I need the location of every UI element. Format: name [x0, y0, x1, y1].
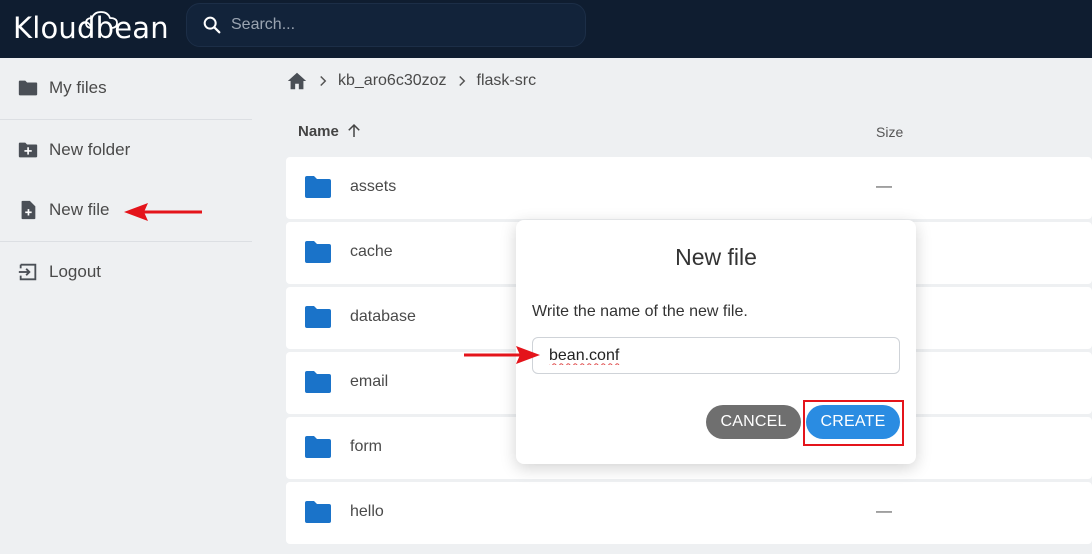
folder-icon: [305, 501, 331, 523]
logout-icon: [18, 263, 37, 281]
breadcrumb-item[interactable]: flask-src: [477, 72, 537, 90]
kloudbean-logo[interactable]: Kloudbean: [13, 8, 169, 48]
chevron-right-icon: [458, 75, 465, 87]
folder-icon: [305, 306, 331, 328]
search-input[interactable]: [231, 16, 571, 34]
breadcrumb-item[interactable]: kb_aro6c30zoz: [338, 72, 447, 90]
folder-icon: [305, 241, 331, 263]
sidebar-item-label: New file: [49, 200, 110, 219]
annotation-arrow-icon: [464, 346, 540, 364]
sidebar-item-logout[interactable]: Logout: [0, 242, 254, 302]
sidebar-item-label: New folder: [49, 140, 131, 159]
folder-icon: [305, 436, 331, 458]
breadcrumb: kb_aro6c30zoz flask-src: [286, 68, 536, 94]
file-name: hello: [350, 503, 384, 520]
sidebar-item-label: My files: [49, 78, 107, 97]
folder-icon: [305, 371, 331, 393]
search-bar[interactable]: [186, 3, 586, 47]
dialog-message: Write the name of the new file.: [532, 303, 748, 320]
column-header-label: Name: [298, 122, 339, 140]
annotation-arrow-icon: [124, 203, 202, 221]
file-name: email: [350, 373, 389, 390]
folder-plus-icon: [18, 142, 38, 158]
folder-icon: [18, 80, 38, 96]
file-name-input[interactable]: [532, 337, 900, 374]
sidebar-item-new-folder[interactable]: New folder: [0, 120, 254, 180]
search-icon: [203, 16, 221, 34]
sidebar: My files New folder New file Logout: [0, 58, 254, 554]
sidebar-item-label: Logout: [49, 262, 101, 281]
dialog-title: New file: [675, 244, 757, 270]
column-header-name[interactable]: Name: [298, 122, 363, 140]
cancel-button[interactable]: CANCEL: [706, 405, 801, 439]
file-size: —: [876, 178, 892, 195]
list-item[interactable]: hello —: [286, 482, 1092, 544]
home-icon[interactable]: [286, 70, 308, 92]
file-name: assets: [350, 178, 397, 195]
sidebar-item-my-files[interactable]: My files: [0, 58, 254, 118]
file-name: database: [350, 308, 416, 325]
top-bar: Kloudbean: [0, 0, 1092, 58]
list-item[interactable]: assets —: [286, 157, 1092, 219]
file-name: form: [350, 438, 382, 455]
file-name: cache: [350, 243, 393, 260]
column-header-size[interactable]: Size: [876, 124, 903, 140]
folder-icon: [305, 176, 331, 198]
arrow-up-icon: [348, 123, 360, 137]
create-highlight-box: [803, 400, 904, 446]
file-size: —: [876, 503, 892, 520]
chevron-right-icon: [320, 75, 327, 87]
cloud-icon: [85, 11, 118, 29]
file-plus-icon: [21, 200, 36, 220]
